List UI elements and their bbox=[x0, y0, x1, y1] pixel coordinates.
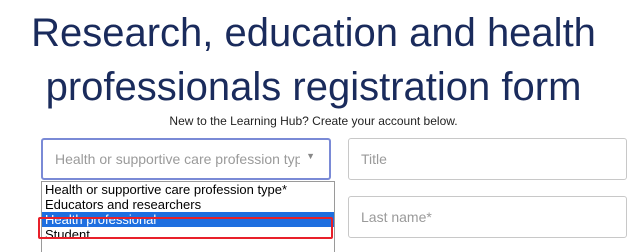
chevron-down-icon: ▼ bbox=[306, 151, 315, 161]
profession-option-educators-researchers[interactable]: Educators and researchers bbox=[42, 197, 334, 212]
page-title-line-1: Research, education and health bbox=[31, 11, 596, 55]
profession-option-placeholder[interactable]: Health or supportive care profession typ… bbox=[42, 182, 334, 197]
last-name-field[interactable]: Last name* bbox=[348, 196, 627, 238]
profession-type-dropdown-list: Health or supportive care profession typ… bbox=[41, 181, 335, 252]
last-name-field-placeholder: Last name* bbox=[361, 209, 432, 225]
title-field[interactable]: Title bbox=[348, 138, 627, 180]
profession-option-student[interactable]: Student bbox=[42, 227, 334, 242]
page-title: Research, education and health professio… bbox=[0, 6, 627, 114]
registration-page: Research, education and health professio… bbox=[0, 0, 627, 252]
title-field-placeholder: Title bbox=[361, 151, 387, 167]
profession-option-health-professional[interactable]: Health professional bbox=[42, 212, 334, 227]
profession-type-select[interactable]: Health or supportive care profession typ… bbox=[41, 138, 331, 180]
profession-type-select-value: Health or supportive care profession typ… bbox=[55, 151, 300, 167]
page-title-line-2: professionals registration form bbox=[45, 65, 582, 109]
page-subtitle: New to the Learning Hub? Create your acc… bbox=[169, 114, 458, 128]
